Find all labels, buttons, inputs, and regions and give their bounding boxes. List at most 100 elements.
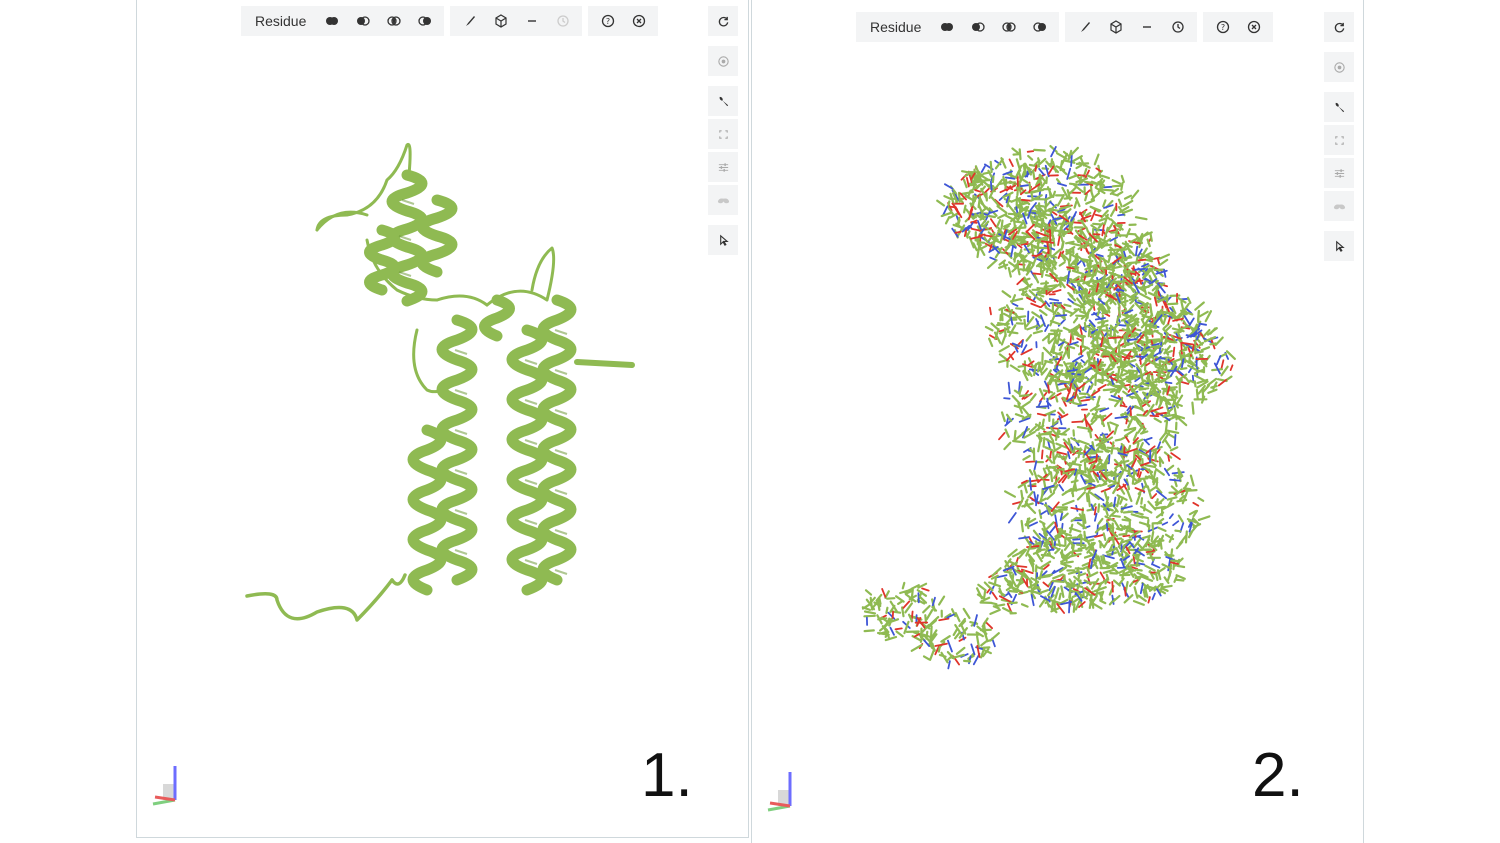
hide-partial-icon[interactable] — [962, 12, 993, 42]
settings-wheel-icon[interactable] — [708, 46, 738, 76]
bond-stick — [1102, 388, 1116, 392]
refresh-icon[interactable] — [708, 6, 738, 36]
bond-stick — [1081, 562, 1090, 567]
settings-wheel-icon[interactable] — [1324, 52, 1354, 82]
bond-stick — [1141, 535, 1150, 540]
cube-icon[interactable] — [1100, 12, 1131, 42]
cursor-icon[interactable] — [708, 225, 738, 255]
minus-icon[interactable] — [1131, 12, 1162, 42]
bond-stick — [1070, 146, 1079, 156]
bond-stick — [1123, 194, 1133, 200]
bond-stick — [1039, 520, 1046, 525]
bond-stick — [1057, 455, 1066, 459]
sliders-icon[interactable] — [1324, 158, 1354, 188]
refresh-icon[interactable] — [1324, 12, 1354, 42]
bond-stick — [1003, 570, 1013, 574]
bond-stick — [1134, 355, 1145, 358]
bond-stick — [1000, 307, 1004, 322]
bond-stick — [1108, 398, 1120, 403]
bond-stick — [1083, 554, 1093, 559]
bond-stick — [1073, 333, 1086, 338]
split-view-icon[interactable] — [378, 6, 409, 36]
help-icon[interactable]: ? — [592, 6, 623, 36]
bond-stick — [1018, 394, 1030, 398]
help-icon[interactable]: ? — [1207, 12, 1238, 42]
bond-stick — [877, 617, 888, 621]
brush-icon[interactable] — [454, 6, 485, 36]
bond-stick — [1057, 538, 1062, 548]
hide-partial-icon[interactable] — [347, 6, 378, 36]
bond-stick — [1013, 251, 1017, 263]
bond-stick — [1059, 234, 1064, 243]
bond-stick — [1057, 222, 1070, 226]
selection-mode-label[interactable]: Residue — [245, 13, 316, 29]
show-partial-icon[interactable] — [1024, 12, 1055, 42]
bond-stick — [1138, 521, 1149, 526]
show-partial-icon[interactable] — [409, 6, 440, 36]
glasses-icon[interactable] — [708, 185, 738, 215]
hide-all-icon[interactable] — [931, 12, 962, 42]
bond-stick — [1071, 382, 1074, 390]
cursor-icon[interactable] — [1324, 231, 1354, 261]
bond-stick — [1015, 307, 1024, 311]
wrench-icon[interactable] — [708, 86, 738, 116]
bond-stick — [1189, 474, 1195, 487]
brush-icon[interactable] — [1069, 12, 1100, 42]
bond-stick — [1072, 603, 1076, 613]
bond-stick — [1008, 158, 1014, 168]
ball-and-stick-protein-structure[interactable] — [752, 0, 1365, 843]
bond-stick — [1102, 199, 1107, 208]
bond-stick — [1064, 309, 1074, 315]
bond-stick — [1095, 253, 1104, 258]
minus-icon[interactable] — [516, 6, 547, 36]
bond-stick — [1020, 198, 1032, 202]
bond-stick — [1155, 448, 1161, 455]
sliders-icon[interactable] — [708, 152, 738, 182]
bond-stick — [1164, 420, 1169, 434]
bond-stick — [1154, 566, 1166, 576]
bond-stick — [1166, 496, 1178, 501]
bond-stick — [1122, 510, 1134, 514]
selection-mode-label[interactable]: Residue — [860, 19, 931, 35]
bond-stick — [1168, 340, 1178, 344]
bond-stick — [1168, 513, 1174, 520]
bond-stick — [1144, 464, 1157, 469]
bond-stick — [1220, 359, 1225, 370]
bond-stick — [1209, 342, 1217, 346]
split-view-icon[interactable] — [993, 12, 1024, 42]
bond-stick — [1044, 369, 1052, 381]
hide-all-icon[interactable] — [316, 6, 347, 36]
cartoon-protein-structure[interactable] — [137, 0, 750, 838]
bond-stick — [962, 178, 968, 189]
bond-stick — [881, 588, 887, 598]
bond-stick — [991, 175, 995, 184]
bond-stick — [1072, 445, 1076, 454]
bond-stick — [1152, 563, 1161, 569]
history-icon[interactable] — [1162, 12, 1193, 42]
bond-stick — [1149, 486, 1157, 492]
bond-stick — [1174, 529, 1182, 533]
bond-stick — [1008, 589, 1019, 594]
bond-stick — [1087, 279, 1100, 283]
cube-icon[interactable] — [485, 6, 516, 36]
glasses-icon[interactable] — [1324, 191, 1354, 221]
bond-stick — [1017, 364, 1026, 368]
bond-stick — [1170, 452, 1181, 461]
bond-stick — [1033, 148, 1046, 152]
bond-stick — [1225, 375, 1233, 381]
bond-stick — [1049, 450, 1053, 458]
bond-stick — [938, 595, 946, 606]
expand-icon[interactable] — [1324, 125, 1354, 155]
wrench-icon[interactable] — [1324, 92, 1354, 122]
structure-toolbar: Residue ? — [856, 12, 1274, 42]
expand-icon[interactable] — [708, 119, 738, 149]
bond-stick — [1072, 549, 1083, 553]
bond-stick — [1083, 321, 1087, 331]
bond-stick — [1145, 436, 1153, 441]
bond-stick — [1037, 440, 1042, 453]
close-circle-icon[interactable] — [1238, 12, 1269, 42]
bond-stick — [1107, 453, 1111, 465]
close-circle-icon[interactable] — [623, 6, 654, 36]
bond-stick — [1075, 164, 1083, 170]
bond-stick — [1109, 325, 1113, 337]
